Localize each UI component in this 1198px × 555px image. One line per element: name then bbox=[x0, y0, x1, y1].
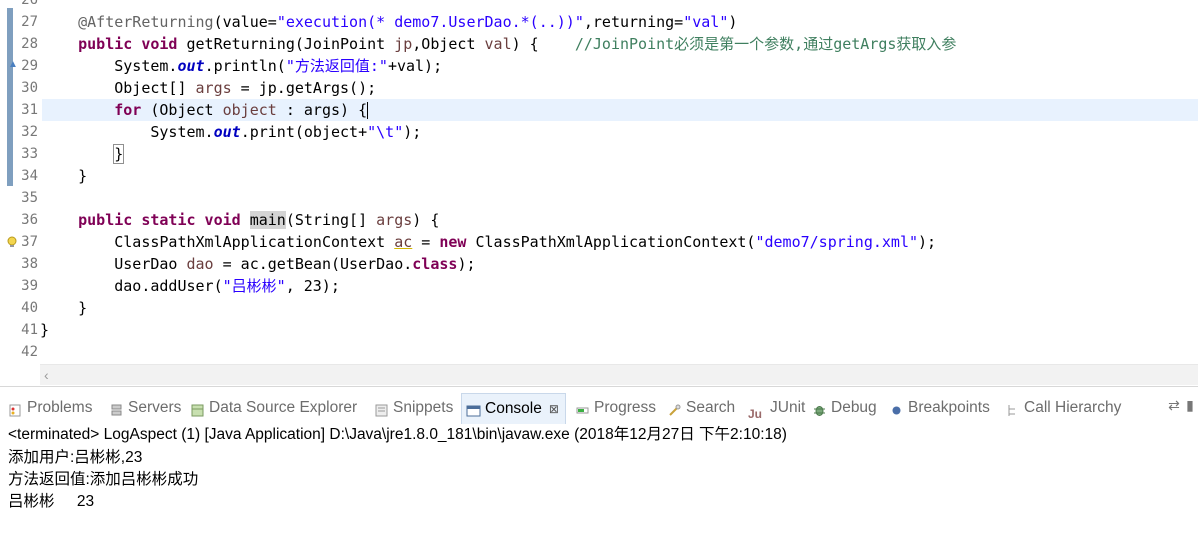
text-caret bbox=[367, 102, 369, 119]
line-number: 35 bbox=[21, 190, 38, 206]
problems-icon bbox=[8, 401, 23, 416]
line-number: 38 bbox=[21, 256, 38, 272]
line-number: 36 bbox=[21, 212, 38, 228]
tab-data-source-explorer[interactable]: Data Source Explorer bbox=[190, 395, 357, 421]
line-number: 41 bbox=[21, 322, 38, 338]
tab-label: Progress bbox=[594, 399, 657, 416]
code-line: } bbox=[40, 321, 50, 339]
code-line: Object[] args = jp.getArgs(); bbox=[114, 79, 377, 97]
line-number: 39 bbox=[21, 278, 38, 294]
debug-icon bbox=[812, 401, 827, 416]
warning-lightbulb-icon[interactable] bbox=[6, 236, 17, 248]
call-hierarchy-icon bbox=[1005, 401, 1020, 416]
console-panel: Problems Servers Data Source Explorer Sn… bbox=[0, 386, 1198, 555]
horizontal-scrollbar[interactable]: ‹ bbox=[40, 364, 1198, 385]
code-line: dao.addUser("吕彬彬", 23); bbox=[114, 277, 340, 295]
tab-label: JUnit bbox=[770, 399, 806, 416]
line-number: 42 bbox=[21, 344, 38, 360]
servers-icon bbox=[109, 401, 124, 416]
console-line: 方法返回值:添加吕彬彬成功 bbox=[8, 471, 199, 488]
tab-problems[interactable]: Problems bbox=[8, 395, 92, 421]
fold-range-marker bbox=[7, 8, 13, 186]
tab-label: Problems bbox=[27, 399, 93, 416]
tab-breakpoints[interactable]: Breakpoints bbox=[889, 395, 990, 421]
progress-icon bbox=[575, 401, 590, 416]
tab-label: Call Hierarchy bbox=[1024, 399, 1122, 416]
tab-label: Debug bbox=[831, 399, 877, 416]
breakpoints-icon bbox=[889, 401, 904, 416]
data-source-icon bbox=[190, 401, 205, 416]
console-output[interactable]: 添加用户:吕彬彬,23 方法返回值:添加吕彬彬成功 吕彬彬 23 bbox=[8, 447, 198, 513]
code-line: } bbox=[42, 143, 125, 165]
code-line: public void getReturning(JoinPoint jp,Ob… bbox=[78, 35, 957, 53]
console-line: 添加用户:吕彬彬,23 bbox=[8, 449, 143, 466]
snippets-icon bbox=[374, 401, 389, 416]
junit-icon: Ju bbox=[748, 406, 763, 421]
tab-call-hierarchy[interactable]: Call Hierarchy bbox=[1005, 395, 1121, 421]
code-line: UserDao dao = ac.getBean(UserDao.class); bbox=[114, 255, 476, 273]
tab-junit[interactable]: Ju JUnit bbox=[748, 395, 805, 421]
code-line: System.out.print(object+"\t"); bbox=[150, 123, 422, 141]
tab-label: Snippets bbox=[393, 399, 454, 416]
tab-search[interactable]: Search bbox=[667, 395, 735, 421]
tab-label: Data Source Explorer bbox=[209, 399, 358, 416]
line-number: 27 bbox=[21, 14, 38, 30]
line-number: 32 bbox=[21, 124, 38, 140]
tab-debug[interactable]: Debug bbox=[812, 395, 877, 421]
line-number: 26 bbox=[21, 0, 38, 8]
code-line: @AfterReturning(value="execution(* demo7… bbox=[78, 13, 738, 31]
search-icon bbox=[667, 401, 682, 416]
code-line-current: for (Object object : args) { bbox=[114, 101, 369, 119]
line-number: 30 bbox=[21, 80, 38, 96]
line-number: 33 bbox=[21, 146, 38, 162]
sync-icon[interactable]: ⇄ bbox=[1166, 397, 1182, 413]
matching-bracket: } bbox=[113, 144, 125, 164]
tab-label: Breakpoints bbox=[908, 399, 990, 416]
console-icon bbox=[466, 402, 481, 417]
console-process-label: <terminated> LogAspect (1) [Java Applica… bbox=[8, 426, 787, 443]
code-line: ClassPathXmlApplicationContext ac = new … bbox=[114, 233, 937, 251]
code-line: System.out.println("方法返回值:"+val); bbox=[114, 57, 443, 75]
line-number: 28 bbox=[21, 36, 38, 52]
tab-label: Search bbox=[686, 399, 736, 416]
view-menu-icon[interactable]: ▮ bbox=[1182, 397, 1198, 413]
code-editor[interactable]: 26 27 28 29 30 31 32 33 34 35 36 37 38 3… bbox=[0, 0, 1198, 386]
code-line: public static void main(String[] args) { bbox=[78, 211, 440, 229]
line-number: 40 bbox=[21, 300, 38, 316]
code-line: } bbox=[78, 167, 88, 185]
close-icon[interactable]: ⊠ bbox=[549, 396, 559, 422]
line-number: 31 bbox=[21, 102, 38, 118]
line-number: 34 bbox=[21, 168, 38, 184]
tab-progress[interactable]: Progress bbox=[575, 395, 656, 421]
view-tab-bar: Problems Servers Data Source Explorer Sn… bbox=[0, 389, 1198, 425]
override-marker-icon[interactable]: ▲ bbox=[8, 59, 18, 71]
code-line: } bbox=[78, 299, 88, 317]
tab-console[interactable]: Console ⊠ bbox=[461, 393, 566, 424]
tab-servers[interactable]: Servers bbox=[109, 395, 181, 421]
console-line: 吕彬彬 23 bbox=[8, 493, 95, 510]
tab-label: Servers bbox=[128, 399, 182, 416]
tab-label: Console bbox=[485, 400, 542, 417]
tab-snippets[interactable]: Snippets bbox=[374, 395, 453, 421]
scroll-left-icon[interactable]: ‹ bbox=[44, 365, 49, 385]
